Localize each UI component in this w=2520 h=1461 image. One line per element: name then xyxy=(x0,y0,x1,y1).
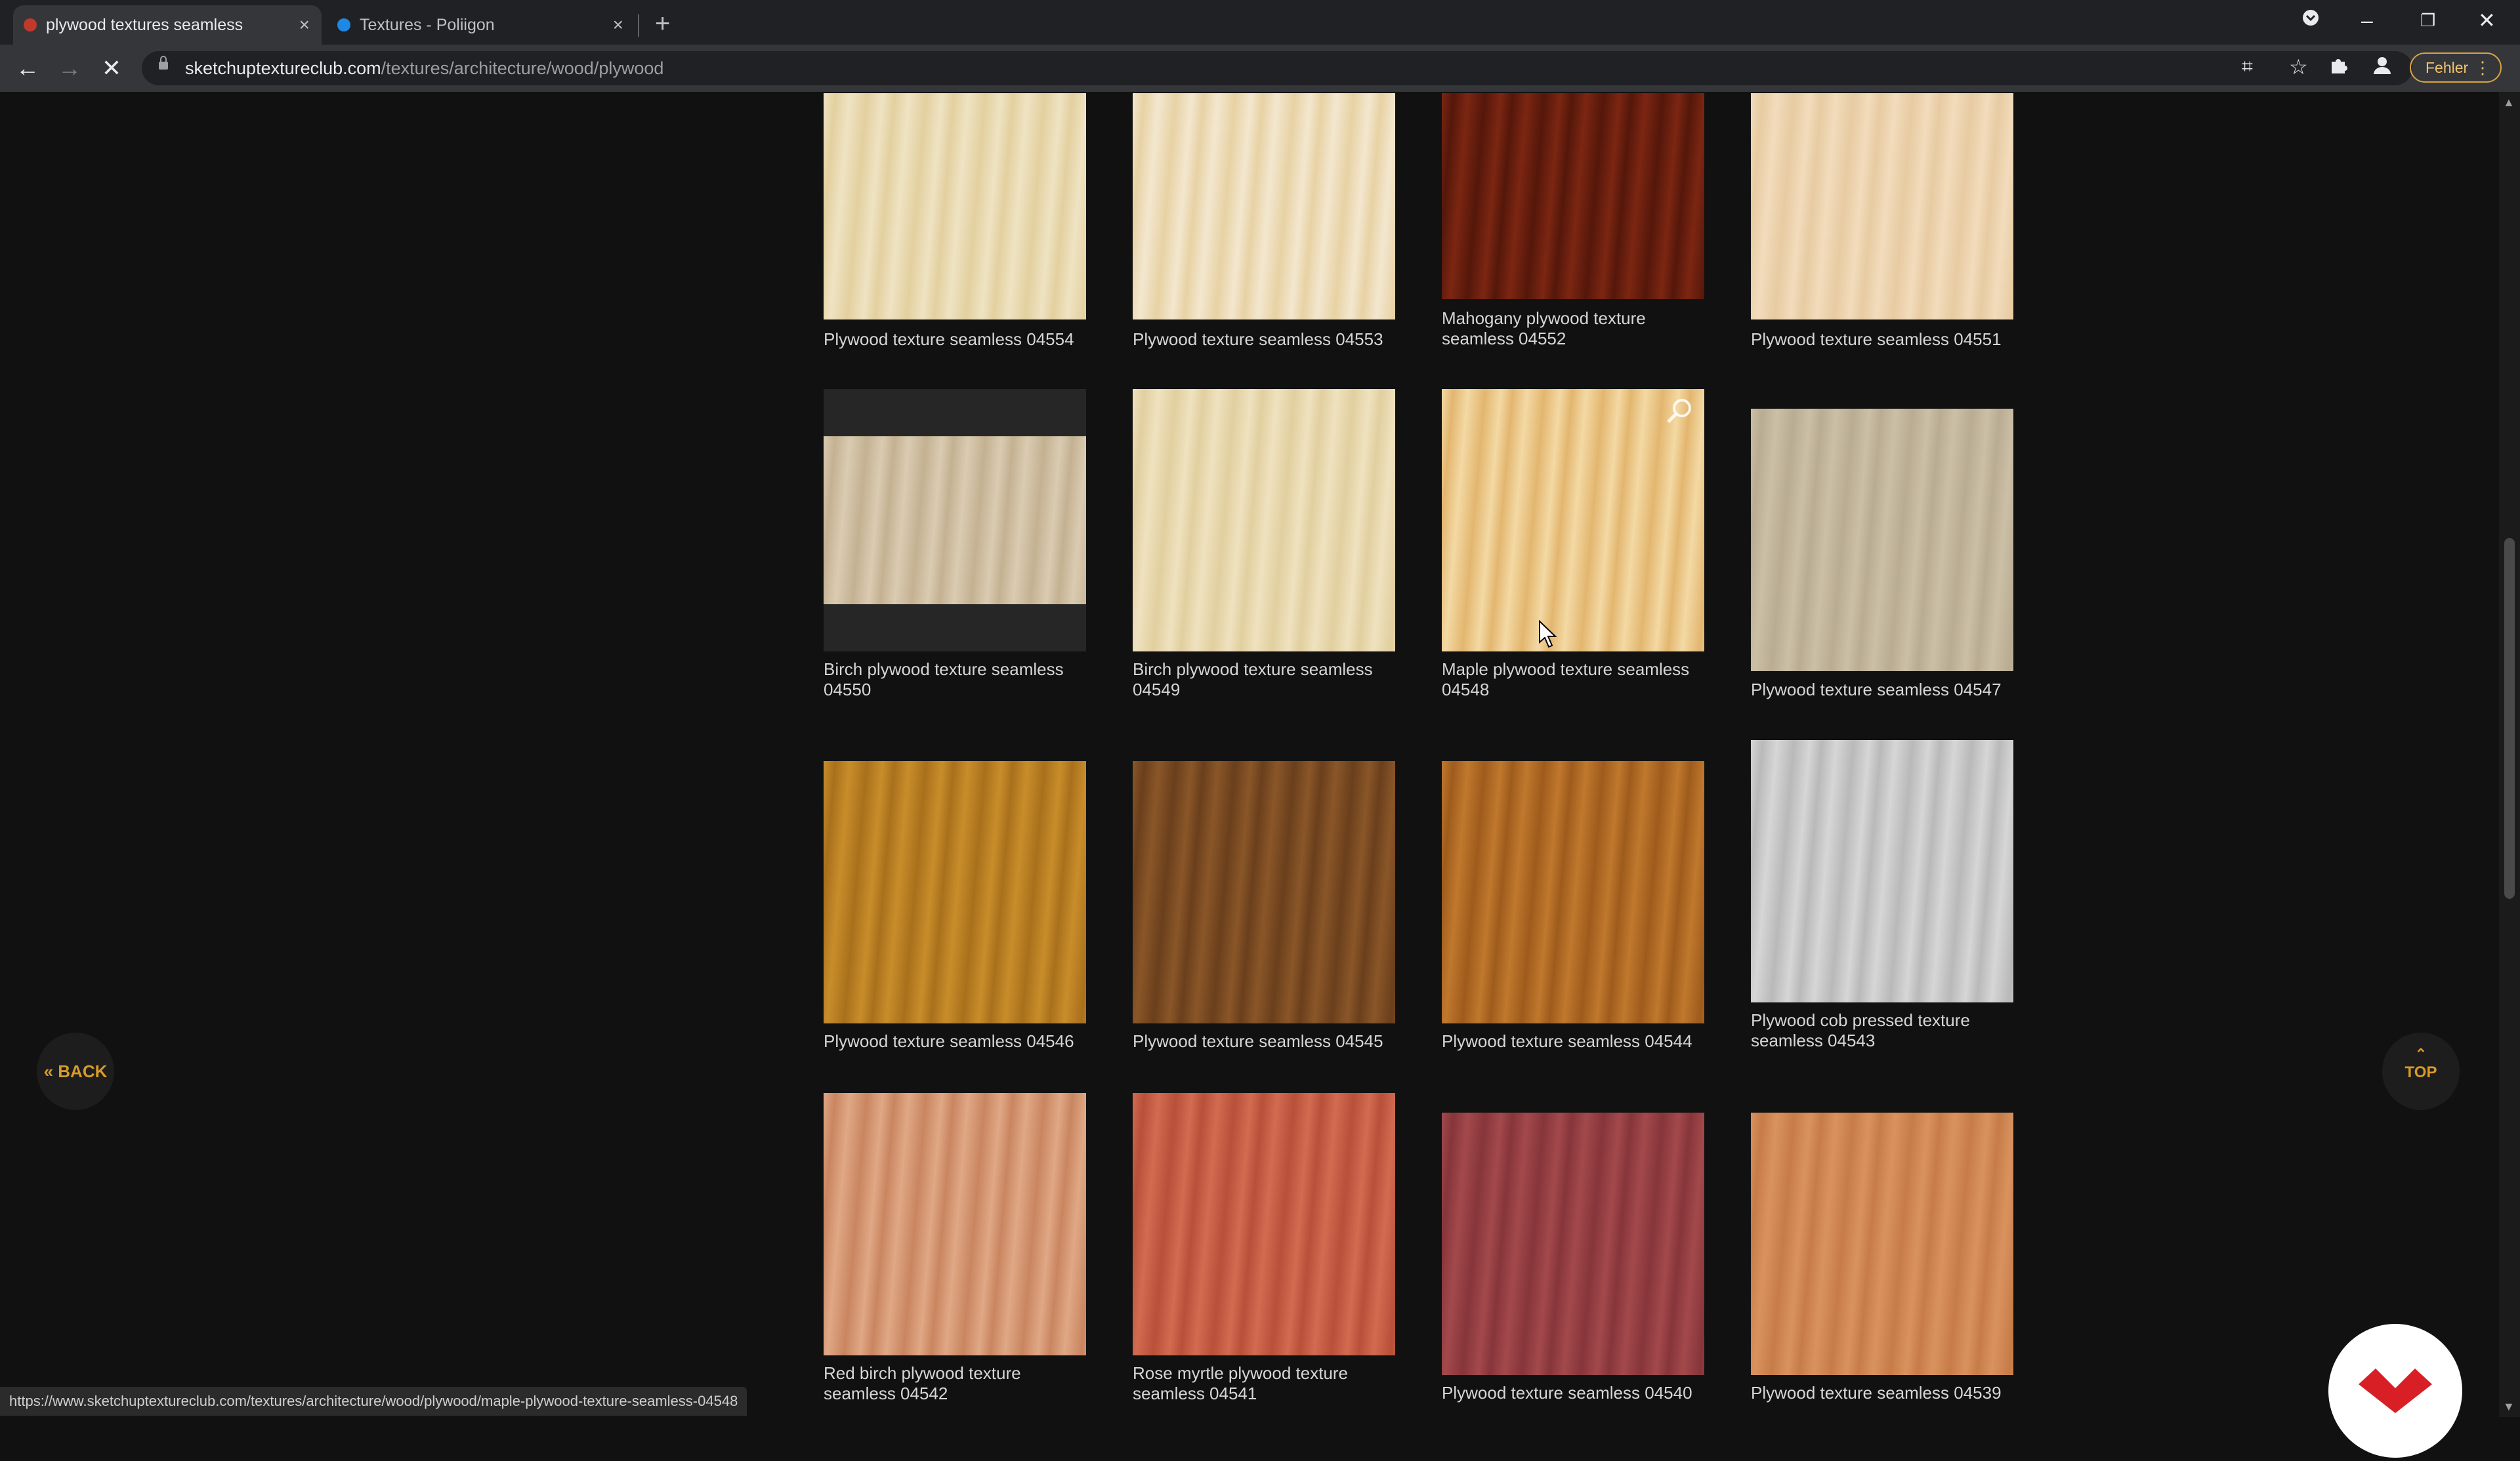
tab-search-icon[interactable] xyxy=(2301,4,2320,37)
texture-thumbnail[interactable] xyxy=(1442,389,1704,651)
tab-favicon-icon xyxy=(337,18,350,31)
profile-avatar-icon[interactable] xyxy=(2372,54,2393,83)
scroll-top-button[interactable]: ⌃ TOP xyxy=(2382,1033,2460,1110)
texture-thumbnail[interactable] xyxy=(1751,93,2013,319)
new-tab-button[interactable]: + xyxy=(655,8,670,39)
close-tab-icon[interactable]: × xyxy=(613,5,623,45)
texture-caption[interactable]: Plywood texture seamless 04539 xyxy=(1751,1383,2013,1403)
texture-caption[interactable]: Plywood texture seamless 04553 xyxy=(1133,329,1395,350)
texture-caption[interactable]: Plywood texture seamless 04546 xyxy=(824,1031,1086,1052)
browser-toolbar: ← → ✕ sketchuptextureclub.com/textures/a… xyxy=(0,45,2520,92)
url-text[interactable]: sketchuptextureclub.com/textures/archite… xyxy=(185,51,663,85)
scrollbar-thumb[interactable] xyxy=(2504,538,2515,899)
texture-thumbnail[interactable] xyxy=(1133,389,1395,651)
tab-strip: plywood textures seamless × Textures - P… xyxy=(0,0,2520,45)
scroll-down-arrow-icon[interactable]: ▼ xyxy=(2503,1400,2515,1414)
tab-plywood-textures[interactable]: plywood textures seamless × xyxy=(13,5,322,45)
status-bar-url: https://www.sketchuptextureclub.com/text… xyxy=(0,1387,747,1416)
texture-thumbnail[interactable] xyxy=(1751,740,2013,1002)
texture-caption[interactable]: Plywood texture seamless 04545 xyxy=(1133,1031,1395,1052)
translate-icon[interactable]: ⌗ xyxy=(2242,52,2253,81)
minimize-icon[interactable]: – xyxy=(2361,4,2373,37)
tab-title: plywood textures seamless xyxy=(46,16,243,34)
tab-separator xyxy=(638,14,639,37)
kebab-menu-icon[interactable]: ⋮ xyxy=(2474,54,2491,81)
restore-icon[interactable]: ❐ xyxy=(2420,4,2435,37)
bookmark-star-icon[interactable]: ☆ xyxy=(2289,52,2308,81)
texture-caption[interactable]: Plywood texture seamless 04551 xyxy=(1751,329,2013,350)
texture-thumbnail[interactable] xyxy=(824,761,1086,1023)
lock-icon xyxy=(159,56,168,70)
texture-thumbnail[interactable] xyxy=(1442,1113,1704,1375)
page-scrollbar[interactable]: ▲ ▼ xyxy=(2499,92,2520,1417)
address-bar[interactable]: sketchuptextureclub.com/textures/archite… xyxy=(142,51,2412,85)
texture-thumbnail[interactable] xyxy=(1133,761,1395,1023)
texture-thumbnail[interactable] xyxy=(1133,93,1395,319)
profile-error-button[interactable]: Fehler ⋮ xyxy=(2410,52,2502,83)
floating-promo-button[interactable] xyxy=(2328,1324,2462,1458)
tab-poliigon[interactable]: Textures - Poliigon × xyxy=(327,5,635,45)
texture-caption[interactable]: Red birch plywood texture seamless 04542 xyxy=(824,1363,1086,1404)
texture-caption[interactable]: Mahogany plywood texture seamless 04552 xyxy=(1442,308,1704,349)
double-chevron-up-icon: ⌃ xyxy=(2414,1046,2427,1062)
texture-thumbnail[interactable] xyxy=(1442,93,1704,299)
texture-thumbnail[interactable] xyxy=(1751,1113,2013,1375)
back-button[interactable]: « BACK xyxy=(37,1033,114,1110)
texture-caption[interactable]: Birch plywood texture seamless 04549 xyxy=(1133,659,1395,700)
texture-thumbnail[interactable] xyxy=(1751,409,2013,671)
texture-caption[interactable]: Plywood texture seamless 04544 xyxy=(1442,1031,1704,1052)
red-v-logo-icon xyxy=(2359,1368,2432,1413)
texture-thumbnail[interactable] xyxy=(1133,1093,1395,1355)
close-tab-icon[interactable]: × xyxy=(299,5,310,45)
texture-thumbnail[interactable] xyxy=(1442,761,1704,1023)
texture-caption[interactable]: Plywood texture seamless 04554 xyxy=(824,329,1086,350)
stop-loading-icon[interactable]: ✕ xyxy=(94,51,129,85)
texture-caption[interactable]: Plywood cob pressed texture seamless 045… xyxy=(1751,1010,2013,1051)
texture-thumbnail[interactable] xyxy=(824,93,1086,319)
texture-caption[interactable]: Maple plywood texture seamless 04548 xyxy=(1442,659,1704,700)
extensions-puzzle-icon[interactable] xyxy=(2328,54,2348,83)
texture-caption[interactable]: Plywood texture seamless 04547 xyxy=(1751,680,2013,700)
tab-favicon-icon xyxy=(24,18,37,31)
page-viewport: « BACK ⌃ TOP Plywood texture seamless 04… xyxy=(0,92,2499,1458)
back-arrow-icon[interactable]: ← xyxy=(10,51,45,85)
texture-caption[interactable]: Plywood texture seamless 04540 xyxy=(1442,1383,1704,1403)
mouse-cursor-icon xyxy=(1539,620,1557,648)
forward-arrow-icon[interactable]: → xyxy=(52,51,87,85)
scroll-up-arrow-icon[interactable]: ▲ xyxy=(2503,96,2515,110)
zoom-magnifier-icon[interactable] xyxy=(1665,397,1694,426)
tab-title: Textures - Poliigon xyxy=(360,16,495,34)
texture-caption[interactable]: Birch plywood texture seamless 04550 xyxy=(824,659,1086,700)
texture-thumbnail[interactable] xyxy=(824,1093,1086,1355)
texture-caption[interactable]: Rose myrtle plywood texture seamless 045… xyxy=(1133,1363,1395,1404)
texture-thumbnail[interactable] xyxy=(824,436,1086,604)
close-window-icon[interactable]: ✕ xyxy=(2478,4,2496,37)
